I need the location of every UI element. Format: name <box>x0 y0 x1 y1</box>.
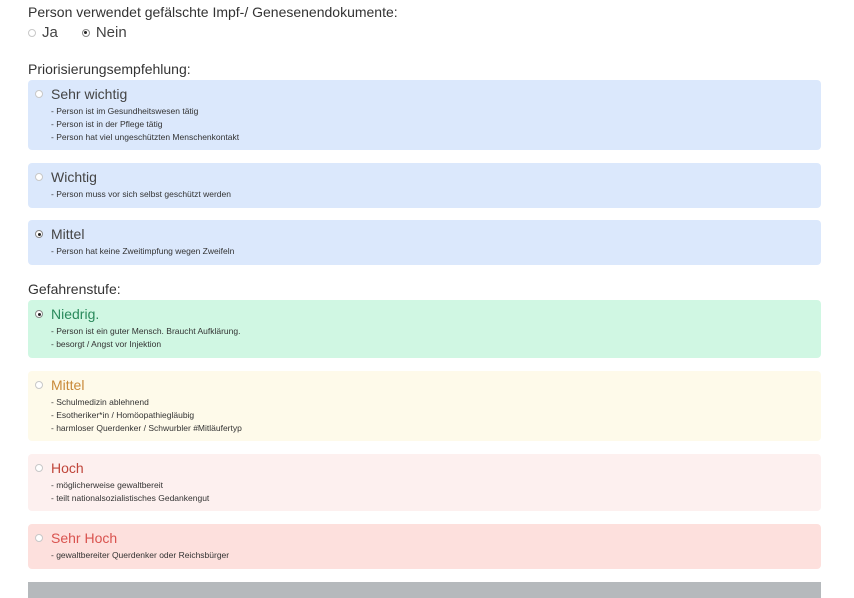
fake-docs-option-ja[interactable]: Ja <box>28 24 58 41</box>
option-description: - Person ist im Gesundheitswesen tätig -… <box>51 105 239 144</box>
radio-unchecked-icon[interactable] <box>35 464 43 472</box>
description-line: - möglicherweise gewaltbereit <box>51 480 163 490</box>
submit-bar[interactable] <box>28 582 821 598</box>
description-line: - Schulmedizin ablehnend <box>51 397 149 407</box>
danger-question: Gefahrenstufe: <box>28 281 121 297</box>
description-line: - Person ist in der Pflege tätig <box>51 119 163 129</box>
radio-unchecked-icon[interactable] <box>35 173 43 181</box>
option-title: Mittel <box>51 377 85 393</box>
description-line: - gewaltbereiter Querdenker oder Reichsb… <box>51 550 230 560</box>
radio-unchecked-icon[interactable] <box>28 28 36 37</box>
radio-unchecked-icon[interactable] <box>35 90 43 98</box>
option-title: Mittel <box>51 226 85 242</box>
priority-question: Priorisierungsempfehlung: <box>28 61 191 77</box>
option-description: - gewaltbereiter Querdenker oder Reichsb… <box>51 549 229 562</box>
description-line: - Person muss vor sich selbst geschützt … <box>51 189 231 199</box>
option-description: - Person hat keine Zweitimpfung wegen Zw… <box>51 245 234 258</box>
option-description: - Person muss vor sich selbst geschützt … <box>51 188 231 201</box>
radio-checked-icon[interactable] <box>35 310 43 318</box>
priority-option-mittel[interactable]: Mittel - Person hat keine Zweitimpfung w… <box>28 220 821 265</box>
danger-option-niedrig[interactable]: Niedrig. - Person ist ein guter Mensch. … <box>28 300 821 358</box>
description-line: - Person ist im Gesundheitswesen tätig <box>51 106 199 116</box>
option-title: Wichtig <box>51 169 97 185</box>
radio-unchecked-icon[interactable] <box>35 381 43 389</box>
radio-checked-icon[interactable] <box>35 230 43 238</box>
description-line: - Person hat viel ungeschützten Menschen… <box>51 132 240 142</box>
description-line: - Person ist ein guter Mensch. Braucht A… <box>51 326 241 336</box>
radio-unchecked-icon[interactable] <box>35 534 43 542</box>
description-line: - besorgt / Angst vor Injektion <box>51 339 162 349</box>
option-label: Ja <box>42 24 58 41</box>
description-line: - Person hat keine Zweitimpfung wegen Zw… <box>51 246 235 256</box>
radio-checked-icon[interactable] <box>81 28 90 37</box>
option-title: Hoch <box>51 460 84 476</box>
option-title: Sehr Hoch <box>51 530 118 546</box>
option-label: Nein <box>95 24 127 41</box>
fake-docs-option-nein[interactable]: Nein <box>81 24 127 41</box>
option-title: Niedrig. <box>51 306 100 322</box>
fake-docs-radio-group: Ja Nein <box>28 24 151 41</box>
description-line: - Esotheriker*in / Homöopathiegläubig <box>51 410 195 420</box>
danger-option-mittel[interactable]: Mittel - Schulmedizin ablehnend - Esothe… <box>28 371 821 441</box>
description-line: - harmloser Querdenker / Schwurbler #Mit… <box>51 423 242 433</box>
priority-option-sehr-wichtig[interactable]: Sehr wichtig - Person ist im Gesundheits… <box>28 80 821 150</box>
danger-option-sehr-hoch[interactable]: Sehr Hoch - gewaltbereiter Querdenker od… <box>28 524 821 569</box>
description-line: - teilt nationalsozialistisches Gedanken… <box>51 493 210 503</box>
priority-option-wichtig[interactable]: Wichtig - Person muss vor sich selbst ge… <box>28 163 821 208</box>
option-title: Sehr wichtig <box>51 86 128 102</box>
option-description: - möglicherweise gewaltbereit - teilt na… <box>51 479 209 505</box>
fake-docs-question: Person verwendet gefälschte Impf-/ Genes… <box>28 4 398 20</box>
danger-option-hoch[interactable]: Hoch - möglicherweise gewaltbereit - tei… <box>28 454 821 511</box>
option-description: - Person ist ein guter Mensch. Braucht A… <box>51 325 240 351</box>
option-description: - Schulmedizin ablehnend - Esotheriker*i… <box>51 396 242 435</box>
